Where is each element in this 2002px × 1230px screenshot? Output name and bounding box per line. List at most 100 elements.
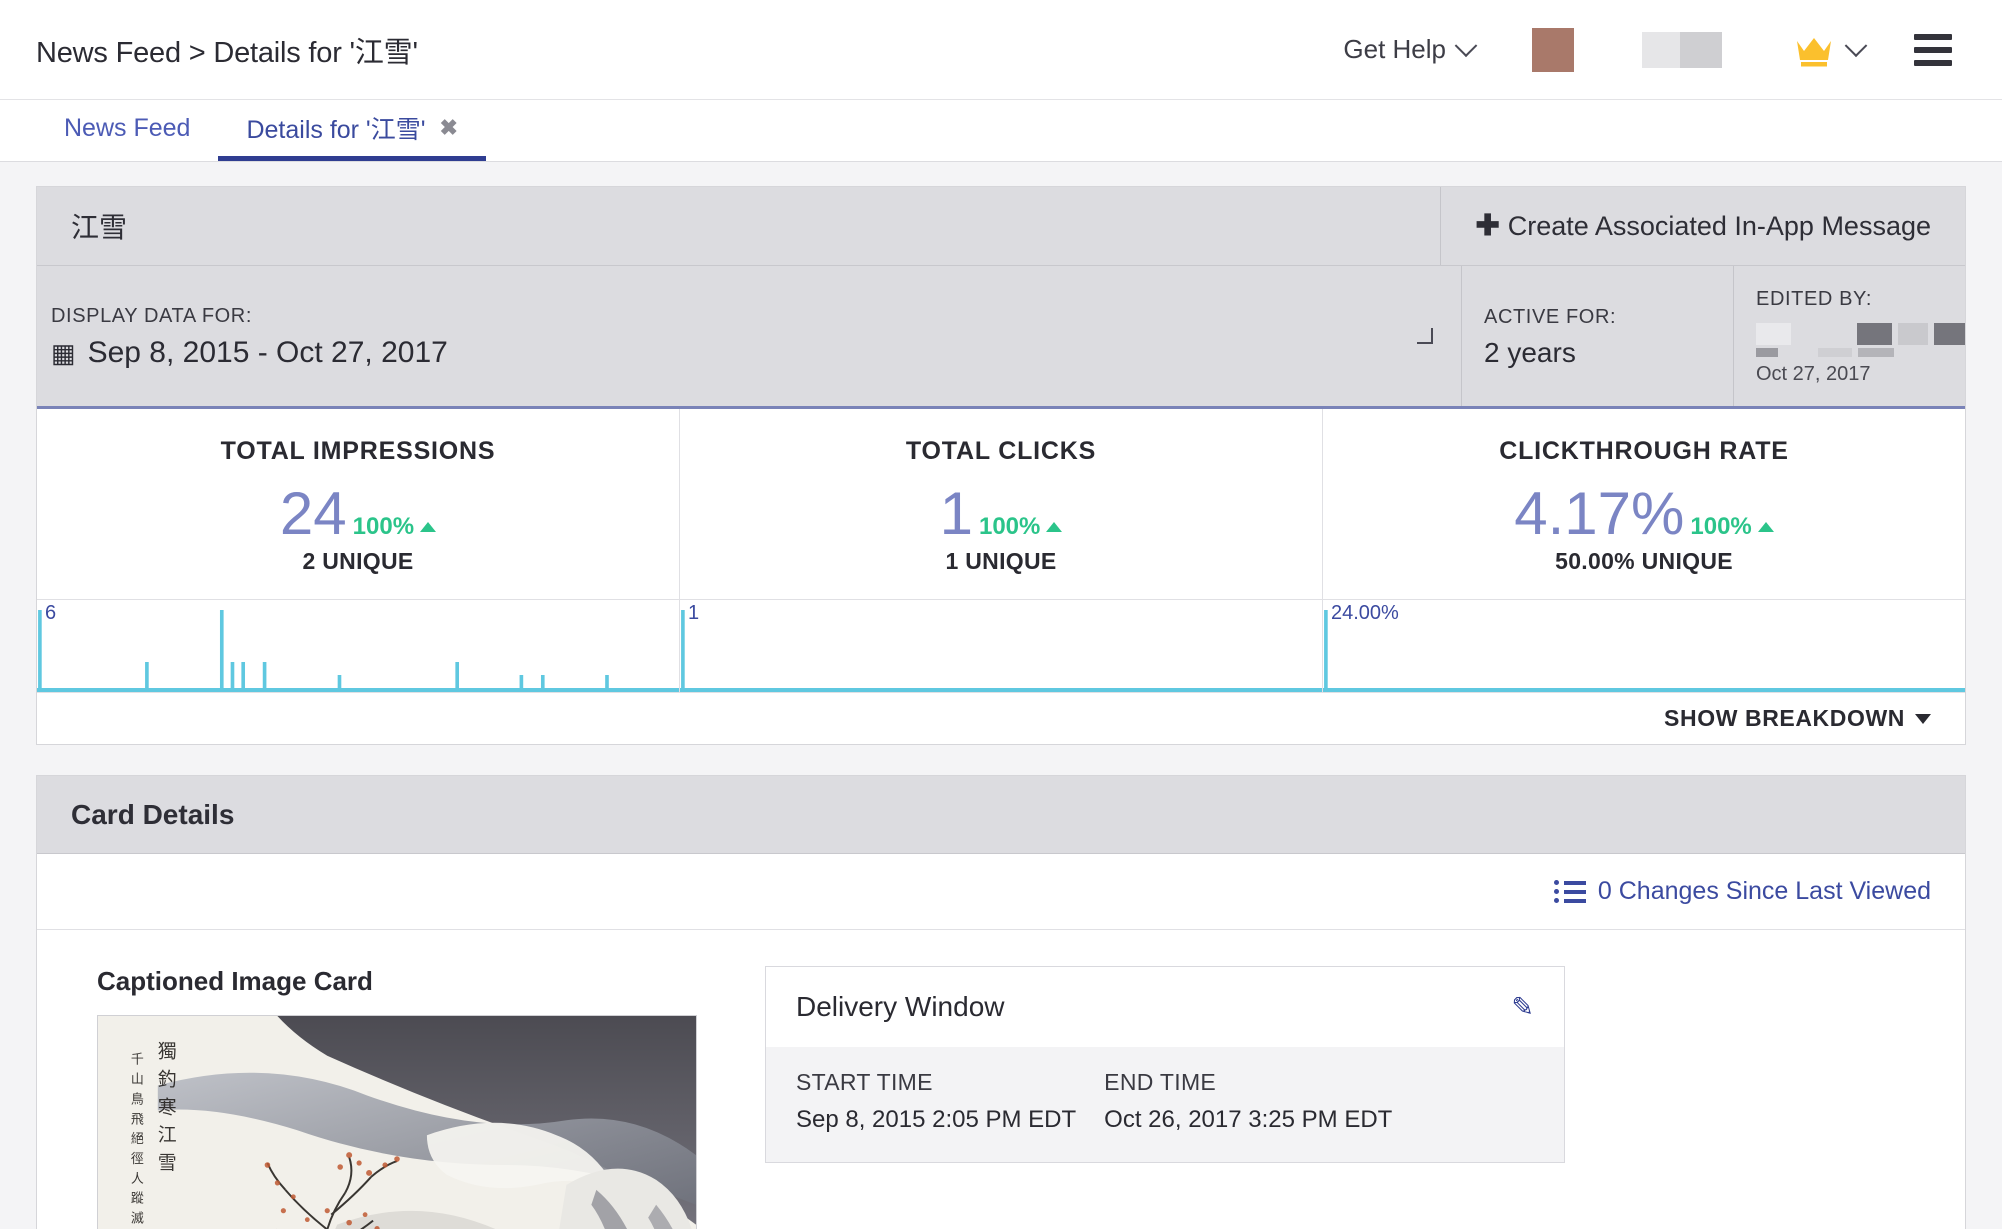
svg-text:釣: 釣 [158,1069,177,1091]
delivery-window-body: START TIME Sep 8, 2015 2:05 PM EDT END T… [766,1047,1564,1162]
chevron-down-icon [1454,33,1478,57]
svg-text:寒: 寒 [158,1096,177,1118]
tab-news-feed[interactable]: News Feed [36,100,218,161]
date-range-value: Sep 8, 2015 - Oct 27, 2017 [87,335,448,369]
calendar-icon: ▦ [51,337,76,368]
svg-text:江: 江 [158,1124,177,1146]
metric-unique: 50.00% UNIQUE [1555,548,1733,574]
display-data-label: DISPLAY DATA FOR: [51,304,252,327]
end-time-label: END TIME [1104,1069,1217,1095]
create-associated-in-app-message-button[interactable]: ✚ Create Associated In-App Message [1440,187,1965,265]
svg-text:獨: 獨 [158,1041,177,1063]
metric-delta: 100% [1690,513,1774,541]
metric-figure: 4.17% 100% [1323,484,1965,544]
metric-total-impressions: TOTAL IMPRESSIONS 24 100% 2 UNIQUE [37,409,680,599]
stats-card: 江雪 ✚ Create Associated In-App Message DI… [36,186,1966,745]
svg-text:飛: 飛 [131,1112,144,1127]
caret-up-icon [420,522,437,532]
caret-down-icon [1915,713,1931,724]
crown-icon [1797,37,1831,66]
metric-label: TOTAL CLICKS [905,437,1097,465]
hamburger-menu-icon[interactable] [1914,33,1952,66]
metric-delta: 100% [353,513,437,541]
active-for-label: ACTIVE FOR: [1484,305,1617,328]
get-help-label: Get Help [1343,34,1446,64]
card-image: 獨釣寒 江雪 千山 鳥飛 絕徑 人蹤 滅 [97,1015,697,1229]
metric-delta-value: 100% [1690,513,1752,540]
tab-label: News Feed [64,113,191,142]
close-icon[interactable]: ✖ [439,115,457,141]
avatar[interactable] [1532,27,1574,72]
tab-label: Details for '江雪' [246,116,426,144]
chinese-ink-landscape-painting: 獨釣寒 江雪 千山 鳥飛 絕徑 人蹤 滅 [98,1016,696,1229]
page-body: 江雪 ✚ Create Associated In-App Message DI… [0,162,2002,1229]
sparkline-max-label: 1 [688,602,700,624]
metric-clickthrough-rate: CLICKTHROUGH RATE 4.17% 100% 50.00% UNIQ… [1323,409,1965,599]
tab-details[interactable]: Details for '江雪' ✖ [218,100,486,161]
get-help-menu[interactable]: Get Help [1343,33,1478,65]
svg-text:鳥: 鳥 [131,1092,144,1107]
svg-text:雪: 雪 [158,1152,177,1174]
display-data-for-selector[interactable]: DISPLAY DATA FOR: ▦ Sep 8, 2015 - Oct 27… [37,266,1461,406]
chevron-down-icon[interactable] [1417,328,1433,344]
date-range-value-wrap: ▦ Sep 8, 2015 - Oct 27, 2017 [51,336,1461,370]
delivery-window-title: Delivery Window [796,991,1005,1022]
sparkline-max-label: 6 [45,602,57,624]
metric-unique: 1 UNIQUE [945,548,1057,574]
edited-by-label: EDITED BY: [1756,288,1873,310]
caret-up-icon [1046,522,1063,532]
changes-since-last-viewed-link[interactable]: 0 Changes Since Last Viewed [1553,877,1931,906]
create-iam-label: Create Associated In-App Message [1507,210,1931,241]
sparkline-impressions-svg [37,610,679,692]
delivery-window-column: Delivery Window ✎ START TIME Sep 8, 2015… [765,966,1565,1229]
start-time-value: Sep 8, 2015 2:05 PM EDT [796,1106,1077,1133]
sparkline-ctr[interactable]: 24.00% [1323,600,1965,692]
metric-unique: 2 UNIQUE [302,548,414,574]
caret-up-icon [1757,522,1774,532]
metric-value: 4.17% [1514,480,1685,547]
changes-row: 0 Changes Since Last Viewed [37,854,1965,930]
list-icon [1553,880,1586,903]
chevron-down-icon [1844,33,1868,57]
edited-by-field: EDITED BY: Oct 27, 2017 [1733,266,1965,406]
page-title: 江雪 [71,212,128,243]
active-for-value: 2 years [1484,336,1576,368]
header-actions: Get Help [1343,27,1952,72]
show-breakdown-label: SHOW BREAKDOWN [1664,705,1905,731]
stats-card-header: 江雪 ✚ Create Associated In-App Message [37,187,1965,266]
card-details-body: Captioned Image Card 獨 釣 寒 江 雪 千 山 鳥 飛 絕… [37,930,1965,1229]
metric-total-clicks: TOTAL CLICKS 1 100% 1 UNIQUE [680,409,1323,599]
metric-value: 1 [939,480,973,547]
account-menu[interactable] [1794,33,1868,67]
sparkline-max-label: 24.00% [1331,602,1399,624]
sparkline-impressions[interactable]: 6 [37,600,680,692]
tab-strip: News Feed Details for '江雪' ✖ [0,100,2002,162]
svg-text:蹤: 蹤 [131,1192,144,1207]
sparkline-clicks[interactable]: 1 [680,600,1323,692]
metrics-row: TOTAL IMPRESSIONS 24 100% 2 UNIQUE TOTAL… [37,409,1965,599]
pencil-icon[interactable]: ✎ [1511,992,1534,1023]
breadcrumb: News Feed > Details for '江雪' [36,36,418,69]
metric-delta-value: 100% [978,513,1041,540]
show-breakdown-button[interactable]: SHOW BREAKDOWN [1664,705,1931,732]
sparkline-clicks-svg [680,610,1322,692]
card-details-section: Card Details 0 Changes Since Last Viewed… [36,775,1966,1229]
svg-text:滅: 滅 [131,1212,144,1227]
metric-value: 24 [279,480,347,547]
svg-text:絕: 絕 [131,1132,144,1147]
svg-text:人: 人 [131,1172,144,1187]
sparkline-row: 6 1 24.00% [37,599,1965,692]
metric-delta: 100% [978,513,1063,541]
svg-text:千: 千 [131,1053,144,1068]
changes-link-label: 0 Changes Since Last Viewed [1597,877,1931,905]
metric-label: CLICKTHROUGH RATE [1499,437,1789,465]
delivery-window-header: Delivery Window ✎ [766,967,1564,1047]
sparkline-ctr-svg [1323,610,1965,692]
metric-figure: 24 100% [37,484,679,544]
end-time-field: END TIME Oct 26, 2017 3:25 PM EDT [1104,1069,1392,1134]
start-time-field: START TIME Sep 8, 2015 2:05 PM EDT [796,1069,1076,1134]
start-time-label: START TIME [796,1069,933,1095]
metric-label: TOTAL IMPRESSIONS [220,437,496,465]
end-time-value: Oct 26, 2017 3:25 PM EDT [1104,1106,1393,1133]
card-details-heading: Card Details [37,776,1965,854]
